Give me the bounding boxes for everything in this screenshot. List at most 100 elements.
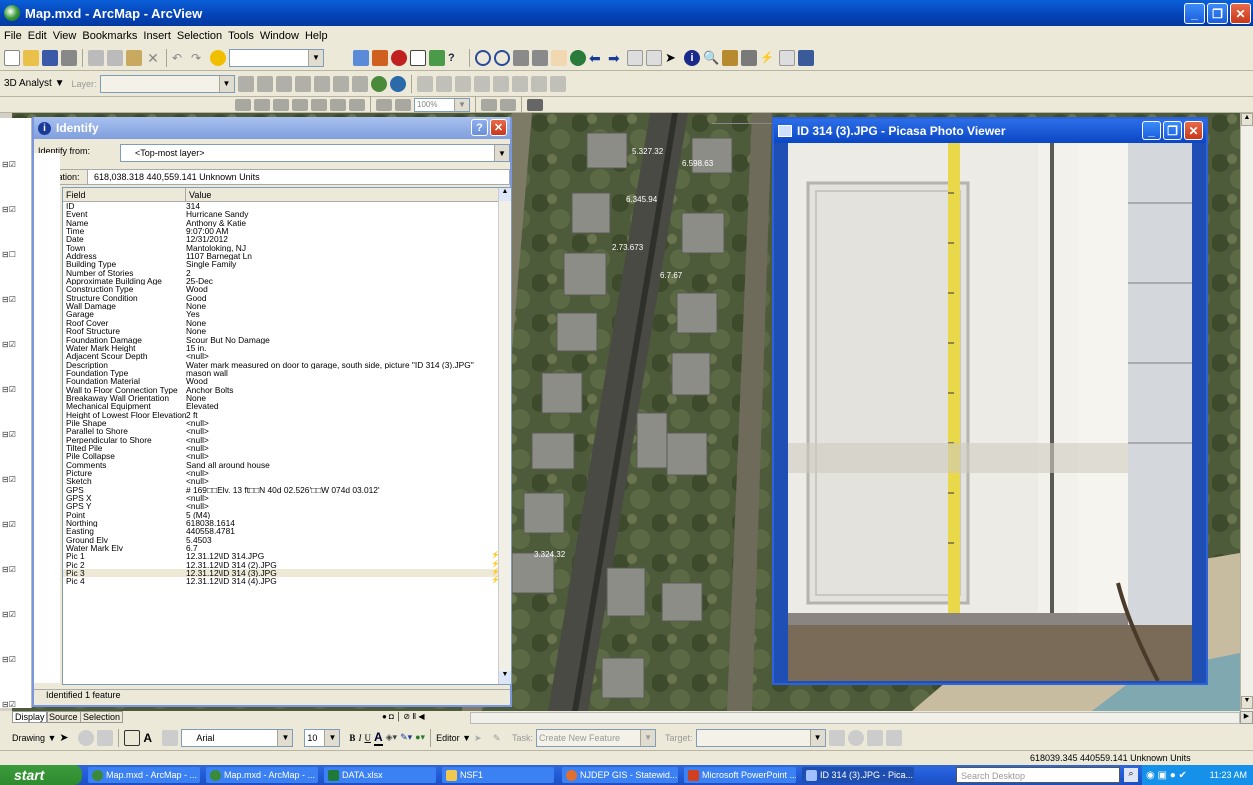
fixed-zoom-out-icon[interactable]	[532, 49, 548, 66]
model-builder-icon[interactable]	[429, 49, 445, 66]
zoom-in-icon[interactable]	[475, 49, 491, 66]
add-data-icon[interactable]	[210, 49, 226, 66]
taskbar-item[interactable]: Map.mxd - ArcMap - ...	[206, 767, 318, 783]
table-row[interactable]: Adjacent Scour Depth <null>	[63, 352, 511, 360]
table-row[interactable]: Roof Cover None	[63, 319, 511, 327]
menu-edit[interactable]: Edit	[28, 30, 47, 42]
select-features-icon[interactable]	[627, 49, 643, 66]
effects-3-icon[interactable]	[273, 98, 289, 111]
font-size-combo[interactable]: 10 ▼	[304, 728, 341, 747]
effects-4-icon[interactable]	[292, 98, 308, 111]
georef-tool-8-icon[interactable]	[549, 75, 566, 92]
undo-icon[interactable]: ↶	[172, 50, 188, 66]
table-row[interactable]: Height of Lowest Floor Elevation 2 ft	[63, 411, 511, 419]
menu-window[interactable]: Window	[260, 30, 299, 42]
georef-tool-3-icon[interactable]	[454, 75, 471, 92]
picasa-close-button[interactable]: ✕	[1184, 121, 1203, 140]
tab-display[interactable]: Display	[12, 711, 48, 723]
identify-from-combo[interactable]: <Top-most layer> ▼	[120, 144, 510, 162]
line-of-sight-icon[interactable]	[275, 75, 292, 92]
edit-tool-icon[interactable]: ➤	[474, 730, 490, 746]
scale-combo[interactable]: ▼	[229, 48, 324, 67]
rectangle-icon[interactable]	[124, 729, 141, 746]
georef-tool-6-icon[interactable]	[511, 75, 528, 92]
table-row[interactable]: Date 12/31/2012	[63, 235, 511, 243]
effects-8-icon[interactable]	[376, 98, 392, 111]
arcglobe-icon[interactable]	[389, 75, 406, 92]
layout-view-buttons[interactable]: ● ◘ │ ⊘ Ⅱ ◀	[382, 712, 425, 721]
line-color-icon[interactable]: ✎▾	[400, 732, 412, 743]
taskbar-item[interactable]: Map.mxd - ArcMap - ...	[88, 767, 200, 783]
table-row[interactable]: Easting 440558.4781	[63, 527, 511, 535]
layer-combo[interactable]: ▼	[99, 74, 235, 93]
italic-button[interactable]: I	[358, 733, 361, 743]
table-row[interactable]: Pic 4 12.31.12\ID 314 (4).JPG ⚡	[63, 577, 511, 585]
underline-button[interactable]: U	[364, 733, 371, 743]
identify-close-button[interactable]: ✕	[490, 119, 507, 136]
field-column-header[interactable]: Field	[63, 188, 186, 201]
table-row[interactable]: Town Mantoloking, NJ	[63, 244, 511, 252]
table-row[interactable]: Mechanical Equipment Elevated	[63, 402, 511, 410]
help-button[interactable]: ?	[471, 119, 488, 136]
fixed-zoom-in-icon[interactable]	[513, 49, 529, 66]
effects-1-icon[interactable]	[235, 98, 251, 111]
table-row[interactable]: Water Mark Elv 6.7	[63, 544, 511, 552]
table-row[interactable]: Wall to Floor Connection Type Anchor Bolt…	[63, 386, 511, 394]
table-scroll-down-icon[interactable]: ▼	[499, 671, 511, 684]
menu-help[interactable]: Help	[305, 30, 328, 42]
identify-icon[interactable]: i	[684, 49, 700, 66]
taskbar-item[interactable]: Microsoft PowerPoint ...	[684, 767, 796, 783]
task-combo[interactable]: Create New Feature ▼	[536, 728, 657, 747]
html-popup-icon[interactable]	[779, 49, 795, 66]
taskbar-item[interactable]: NSF1	[442, 767, 554, 783]
go-to-xy-icon[interactable]	[722, 49, 738, 66]
georef-tool-4-icon[interactable]	[473, 75, 490, 92]
clear-selection-icon[interactable]	[646, 49, 662, 66]
picasa-titlebar[interactable]: ID 314 (3).JPG - Picasa Photo Viewer _ ❐…	[774, 119, 1206, 143]
bold-button[interactable]: B	[349, 733, 355, 743]
scroll-up-arrow-icon[interactable]: ▲	[1241, 113, 1253, 126]
effects-5-icon[interactable]	[311, 98, 327, 111]
attribute-table-scrollbar[interactable]: ▲ ▼	[498, 188, 511, 684]
table-row[interactable]: Approximate Building Age 25-Dec	[63, 277, 511, 285]
open-folder-icon[interactable]	[23, 49, 39, 66]
target-combo[interactable]: ▼	[695, 728, 826, 747]
table-row[interactable]: Event Hurricane Sandy	[63, 210, 511, 218]
menu-tools[interactable]: Tools	[228, 30, 254, 42]
table-row[interactable]: Building Type Single Family	[63, 260, 511, 268]
tray-icons[interactable]: ◉ ▣ ● ✔	[1146, 770, 1187, 781]
effects-12-icon[interactable]	[527, 98, 543, 111]
delete-icon[interactable]: ✕	[145, 50, 161, 66]
close-button[interactable]: ✕	[1230, 3, 1251, 24]
table-row[interactable]: Pile Shape <null>	[63, 419, 511, 427]
effects-9-icon[interactable]	[395, 98, 411, 111]
contour-icon[interactable]	[237, 75, 254, 92]
cut-icon[interactable]	[88, 49, 104, 66]
table-row[interactable]: Address 1107 Barnegat Ln	[63, 252, 511, 260]
table-row[interactable]: Time 9:07:00 AM	[63, 227, 511, 235]
sketch-properties-icon[interactable]	[885, 729, 902, 746]
print-icon[interactable]	[61, 49, 77, 66]
whats-this-icon[interactable]: ?	[448, 50, 464, 66]
search-desktop-input[interactable]: Search Desktop	[956, 767, 1120, 783]
zoom-out-icon[interactable]	[494, 49, 510, 66]
zoom-whole-page-icon[interactable]	[97, 729, 114, 746]
tab-source[interactable]: Source	[46, 711, 81, 723]
table-row[interactable]: Ground Elv 5.4503	[63, 536, 511, 544]
table-row[interactable]: Water Mark Height 15 in.	[63, 344, 511, 352]
table-row[interactable]: Pile Collapse <null>	[63, 452, 511, 460]
taskbar-item-active[interactable]: ID 314 (3).JPG - Pica...	[802, 767, 914, 783]
georef-tool-7-icon[interactable]	[530, 75, 547, 92]
table-row[interactable]: Perpendicular to Shore <null>	[63, 436, 511, 444]
measure-icon[interactable]	[741, 49, 757, 66]
table-row[interactable]: GPS X <null>	[63, 494, 511, 502]
map-horizontal-scrollbar[interactable]	[470, 712, 1240, 724]
font-combo[interactable]: Arial ▼	[181, 728, 294, 747]
map-vertical-scrollbar[interactable]: ▲ ▼	[1240, 113, 1253, 711]
start-button[interactable]: start	[0, 765, 82, 785]
table-row[interactable]: Roof Structure None	[63, 327, 511, 335]
rotate-icon[interactable]	[78, 729, 95, 746]
select-elements-arrow-icon[interactable]: ➤	[59, 730, 75, 746]
hyperlink-icon[interactable]: ⚡	[760, 50, 776, 66]
restore-button[interactable]: ❐	[1207, 3, 1228, 24]
